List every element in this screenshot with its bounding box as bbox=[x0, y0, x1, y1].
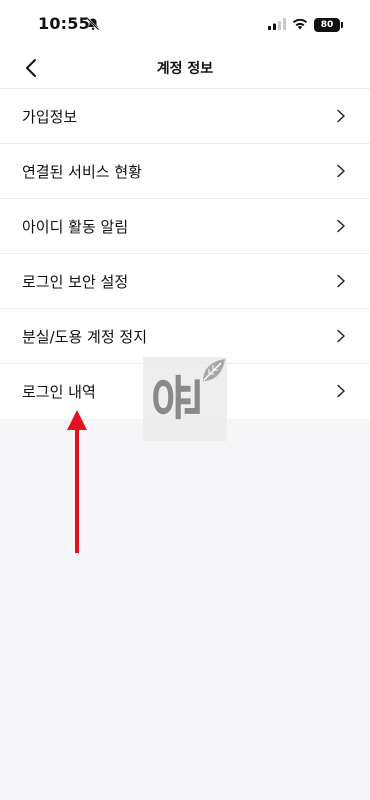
menu-item-label: 분실/도용 계정 정지 bbox=[22, 327, 147, 346]
menu-item-login-security[interactable]: 로그인 보안 설정 bbox=[0, 254, 370, 309]
chevron-right-icon bbox=[337, 164, 345, 178]
menu-item-activity-alerts[interactable]: 아이디 활동 알림 bbox=[0, 199, 370, 254]
chevron-right-icon bbox=[337, 219, 345, 233]
leaf-icon bbox=[203, 359, 225, 381]
chevron-right-icon bbox=[337, 274, 345, 288]
menu-item-label: 로그인 보안 설정 bbox=[22, 272, 129, 291]
battery-level: 80 bbox=[320, 19, 334, 30]
menu-item-label: 로그인 내역 bbox=[22, 383, 96, 401]
status-bar: 10:55 80 bbox=[0, 0, 370, 48]
battery-icon: 80 bbox=[314, 17, 343, 32]
watermark-text: 윤 bbox=[148, 373, 209, 421]
page-title: 계정 정보 bbox=[156, 61, 214, 77]
menu-item-label: 가입정보 bbox=[22, 107, 78, 126]
chevron-right-icon bbox=[337, 329, 345, 343]
status-icons: 80 bbox=[268, 15, 343, 34]
wifi-icon bbox=[292, 15, 308, 34]
menu-item-label: 연결된 서비스 현황 bbox=[22, 162, 142, 181]
menu-item-label: 아이디 활동 알림 bbox=[22, 217, 129, 236]
annotation-arrow bbox=[67, 410, 87, 553]
watermark-logo: 윤 bbox=[143, 357, 227, 441]
status-time: 10:55 bbox=[38, 14, 90, 33]
bell-off-icon bbox=[86, 16, 100, 35]
menu-item-signup-info[interactable]: 가입정보 bbox=[0, 89, 370, 144]
menu-item-connected-services[interactable]: 연결된 서비스 현황 bbox=[0, 144, 370, 199]
chevron-right-icon bbox=[337, 109, 345, 123]
navigation-bar: 계정 정보 bbox=[0, 48, 370, 88]
signal-icon bbox=[268, 15, 286, 34]
chevron-right-icon bbox=[337, 384, 345, 398]
menu-item-account-suspension[interactable]: 분실/도용 계정 정지 bbox=[0, 309, 370, 364]
